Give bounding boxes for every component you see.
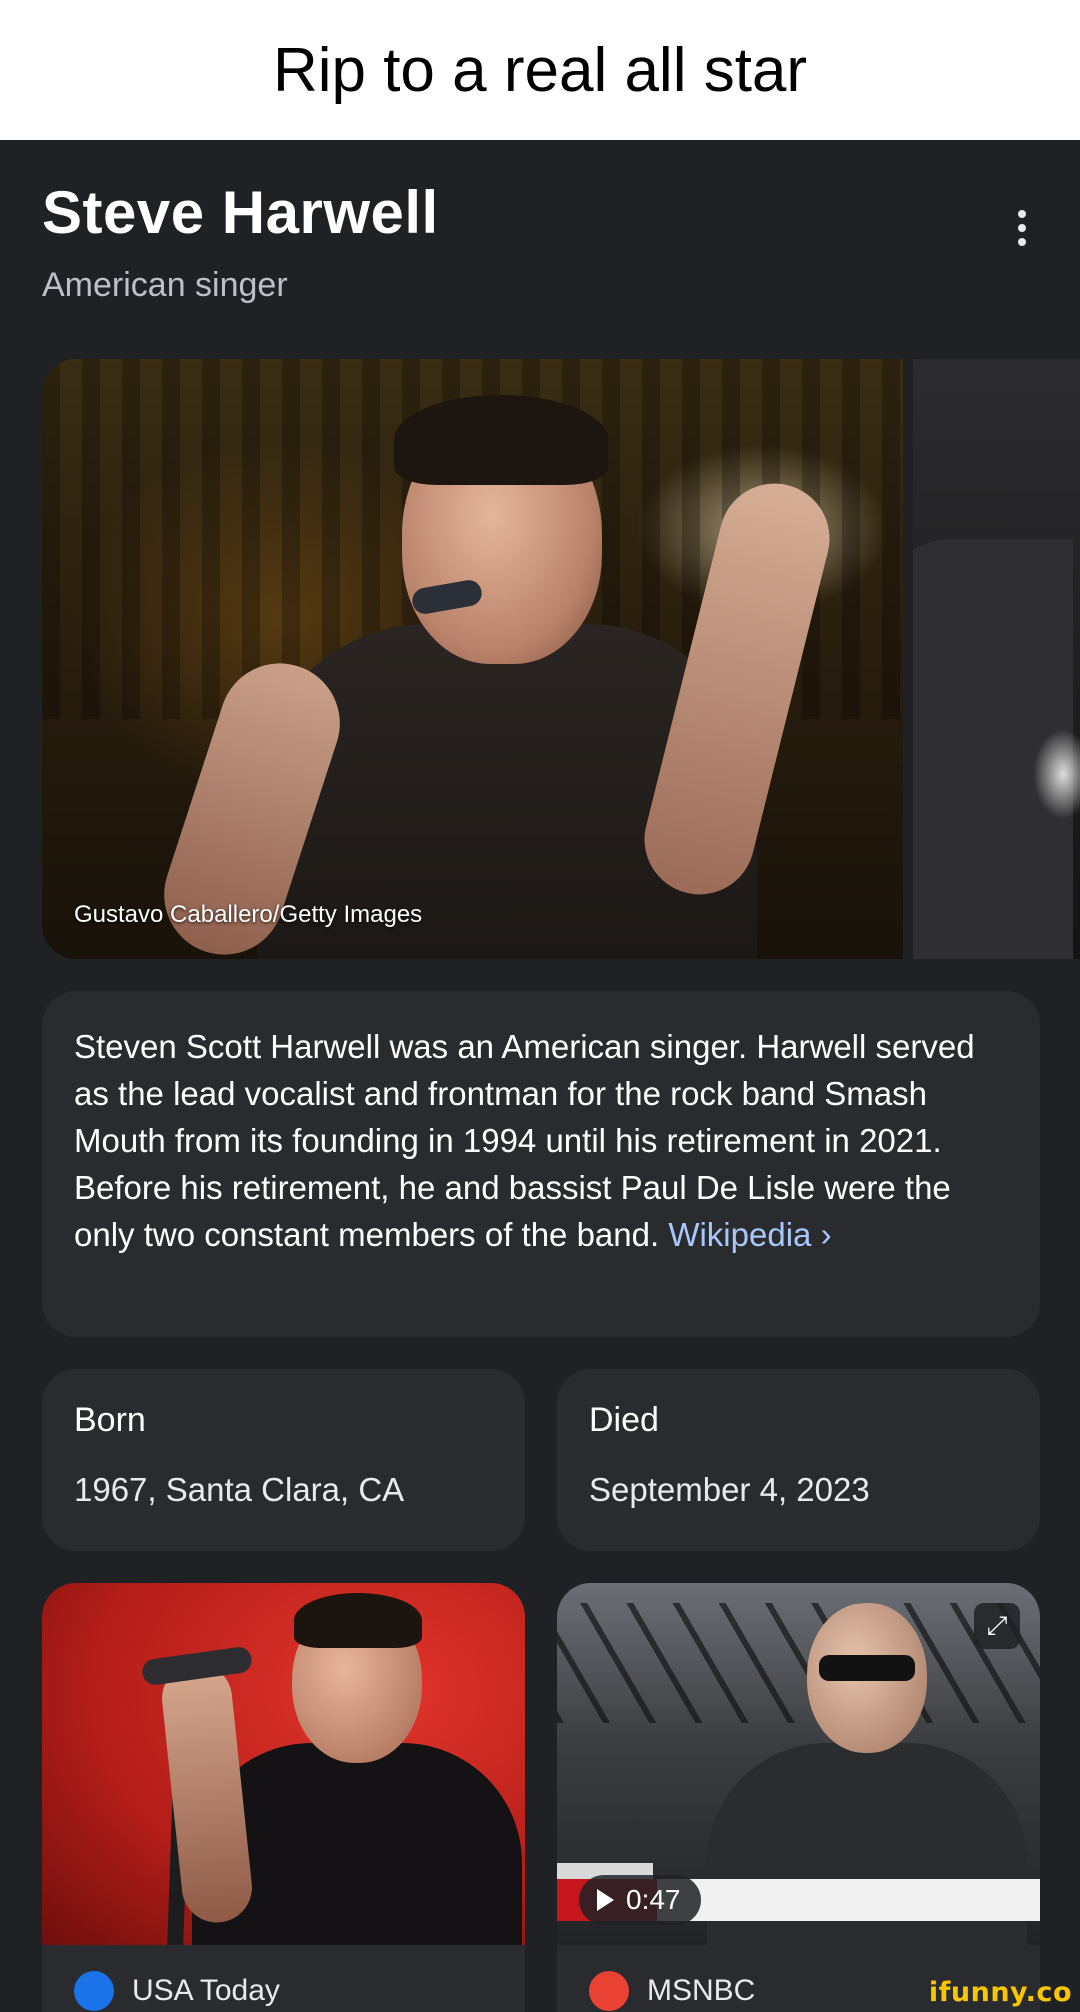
fact-value: 1967, Santa Clara, CA — [74, 1471, 405, 1508]
description-body: Steven Scott Harwell was an American sin… — [74, 1028, 975, 1253]
wikipedia-link[interactable]: Wikipedia › — [668, 1216, 831, 1253]
media-card-usa-today[interactable]: USA Today — [42, 1583, 525, 2012]
fact-card-died: Died September 4, 2023 — [557, 1369, 1040, 1551]
description-card: Steven Scott Harwell was an American sin… — [42, 991, 1040, 1337]
play-icon — [597, 1889, 614, 1911]
chevron-right-icon: › — [820, 1216, 832, 1253]
ifunny-watermark: ifunny.co — [928, 1977, 1072, 2008]
media-singer-hair — [294, 1593, 422, 1648]
fact-card-born: Born 1967, Santa Clara, CA — [42, 1369, 525, 1551]
source-name: MSNBC — [647, 1974, 756, 2007]
play-video-button[interactable]: 0:47 — [579, 1875, 701, 1925]
expand-icon[interactable]: ⤢ — [974, 1603, 1020, 1649]
panel-subtitle: American singer — [42, 266, 288, 304]
photo-credit: Gustavo Caballero/Getty Images — [74, 901, 423, 928]
fact-label: Died — [589, 1401, 659, 1439]
media-photo — [42, 1583, 525, 1945]
hero-photo[interactable]: Gustavo Caballero/Getty Images — [42, 359, 903, 959]
stage-rig — [557, 1603, 1040, 1723]
media-card-msnbc[interactable]: ⤢ 0:47 MSNBC — [557, 1583, 1040, 2012]
wikipedia-link-label: Wikipedia — [668, 1216, 812, 1253]
fact-label: Born — [74, 1401, 146, 1439]
description-text: Steven Scott Harwell was an American sin… — [74, 1023, 1014, 1258]
msnbc-logo-icon — [589, 1971, 629, 2011]
knowledge-panel: Steve Harwell American singer Gustavo Ca… — [0, 140, 1080, 2012]
sunglasses — [819, 1655, 915, 1681]
usa-today-logo-icon — [74, 1971, 114, 2011]
video-duration: 0:47 — [626, 1884, 681, 1915]
source-name: USA Today — [132, 1974, 280, 2007]
next-carousel-photo[interactable] — [913, 359, 1080, 959]
singer-hair — [394, 395, 608, 485]
meme-caption: Rip to a real all star — [0, 0, 1080, 140]
media-source: USA Today — [74, 1971, 280, 2011]
media-source: MSNBC — [589, 1971, 755, 2011]
fact-value: September 4, 2023 — [589, 1471, 870, 1508]
more-vert-icon[interactable] — [1000, 196, 1044, 260]
panel-title: Steve Harwell — [42, 179, 439, 246]
photo-splash — [1033, 729, 1080, 819]
